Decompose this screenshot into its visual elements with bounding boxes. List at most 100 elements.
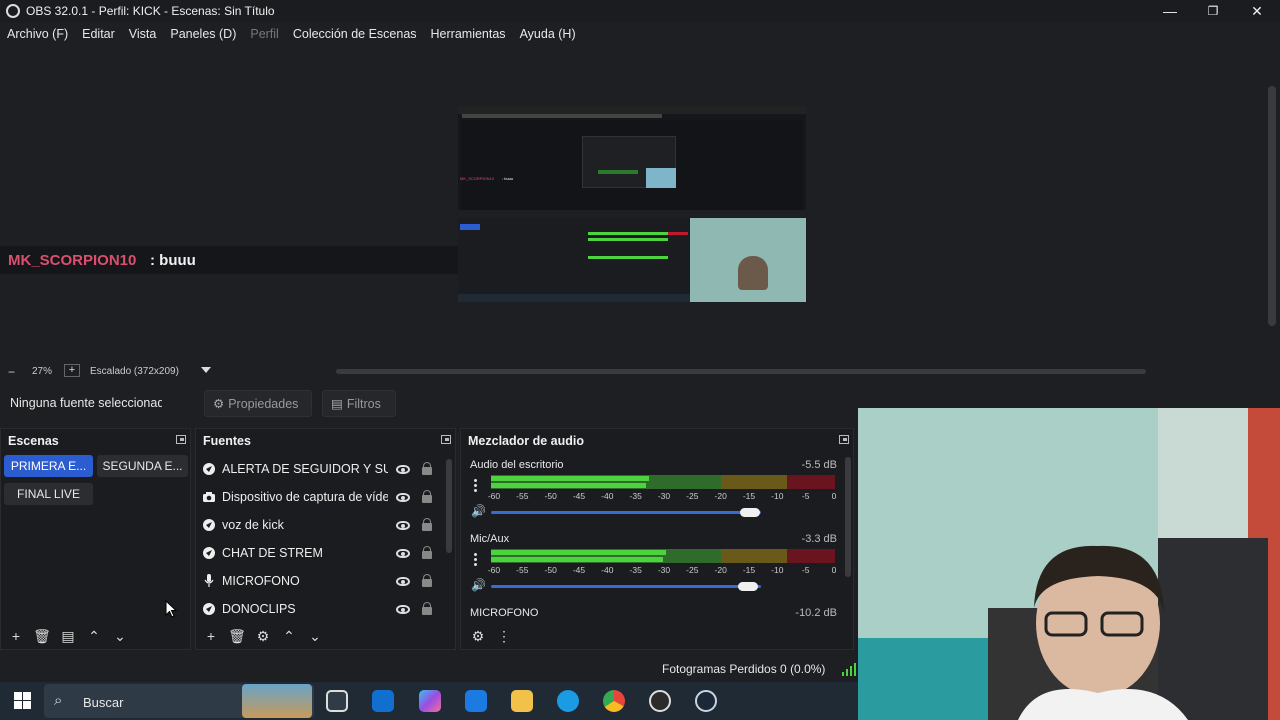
menu-herramientas[interactable]: Herramientas xyxy=(431,27,506,41)
channel-menu-icon[interactable] xyxy=(474,479,478,493)
browser-icon xyxy=(202,462,216,476)
menu-editar[interactable]: Editar xyxy=(82,27,115,41)
meter-level-bar xyxy=(491,550,667,555)
speaker-icon[interactable]: 🔊 xyxy=(471,578,486,592)
chrome-icon[interactable] xyxy=(603,690,625,712)
visibility-eye-icon[interactable] xyxy=(396,465,410,474)
source-label: CHAT DE STREM xyxy=(222,546,323,560)
db-tick-label: -60 xyxy=(487,565,501,575)
zoom-in-button[interactable]: + xyxy=(64,364,80,377)
remove-source-button[interactable]: 🗑 xyxy=(224,628,250,644)
menu-vista[interactable]: Vista xyxy=(129,27,157,41)
volume-slider[interactable] xyxy=(491,508,761,517)
source-item-donoclips[interactable]: DONOCLIPS xyxy=(202,597,442,621)
preview-canvas[interactable]: MK_SCORPION10 : buuu xyxy=(458,106,806,302)
no-source-label: Ninguna fuente seleccionad xyxy=(10,396,162,410)
scene-segunda[interactable]: SEGUNDA E... xyxy=(97,455,188,477)
db-tick-label: -15 xyxy=(742,491,756,501)
mixer-scrollbar[interactable] xyxy=(845,457,851,577)
add-scene-button[interactable]: + xyxy=(3,628,29,644)
scene-final-live[interactable]: FINAL LIVE xyxy=(4,483,93,505)
db-tick-label: -50 xyxy=(544,491,557,501)
db-tick-label: -45 xyxy=(572,491,586,501)
volume-knob[interactable] xyxy=(740,508,761,517)
mixer-undock-icon[interactable] xyxy=(839,435,849,444)
remove-scene-button[interactable]: 🗑 xyxy=(29,628,55,644)
source-item-captura[interactable]: Dispositivo de captura de vídeo xyxy=(202,485,442,509)
move-source-up-button[interactable]: ⌃ xyxy=(276,628,302,644)
scenes-undock-icon[interactable] xyxy=(176,435,186,444)
preview-horizontal-scrollbar[interactable] xyxy=(336,369,1146,374)
move-scene-down-button[interactable]: ⌄ xyxy=(107,628,133,644)
volume-knob[interactable] xyxy=(737,582,758,591)
source-properties-button[interactable]: ⚙ xyxy=(250,628,276,644)
preview-vertical-scrollbar[interactable] xyxy=(1266,46,1280,364)
lock-icon[interactable] xyxy=(422,546,432,559)
menu-paneles[interactable]: Paneles (D) xyxy=(170,27,236,41)
menu-archivo[interactable]: Archivo (F) xyxy=(7,27,68,41)
lock-icon[interactable] xyxy=(422,490,432,503)
outlook-icon[interactable] xyxy=(372,690,394,712)
db-tick-label: -25 xyxy=(686,565,699,575)
meter-zone xyxy=(786,549,835,563)
lock-icon[interactable] xyxy=(422,574,432,587)
menu-perfil[interactable]: Perfil xyxy=(250,27,278,41)
channel-menu-icon[interactable] xyxy=(474,553,478,567)
maximize-button[interactable]: ❐ xyxy=(1191,0,1235,22)
obs-taskbar-icon[interactable] xyxy=(649,690,671,712)
lock-icon[interactable] xyxy=(422,602,432,615)
properties-button[interactable]: ⚙ Propiedades xyxy=(204,390,312,417)
zoom-out-button[interactable]: − xyxy=(8,365,15,379)
source-item-microfono[interactable]: MICROFONO xyxy=(202,569,442,593)
copilot-icon[interactable] xyxy=(419,690,441,712)
db-tick-label: -50 xyxy=(544,565,557,575)
steam-icon[interactable] xyxy=(695,690,717,712)
filters-button[interactable]: ▤ Filtros xyxy=(322,390,396,417)
minimize-button[interactable]: — xyxy=(1148,0,1192,22)
mixer-menu-icon[interactable]: ⋮ xyxy=(491,628,517,644)
visibility-eye-icon[interactable] xyxy=(396,577,410,586)
mini-chat-message: : buuu xyxy=(502,176,514,181)
source-item-alerta[interactable]: ALERTA DE SEGUIDOR Y SUSC xyxy=(202,457,442,481)
sources-undock-icon[interactable] xyxy=(441,435,451,444)
move-source-down-button[interactable]: ⌄ xyxy=(302,628,328,644)
webcam-feed xyxy=(858,408,1280,720)
db-tick-label: -10 xyxy=(771,491,784,501)
task-view-icon[interactable] xyxy=(326,690,348,712)
lock-icon[interactable] xyxy=(422,462,432,475)
source-item-voz[interactable]: voz de kick xyxy=(202,513,442,537)
add-source-button[interactable]: + xyxy=(198,628,224,644)
lock-icon[interactable] xyxy=(422,518,432,531)
move-scene-up-button[interactable]: ⌃ xyxy=(81,628,107,644)
source-label: ALERTA DE SEGUIDOR Y SUSC xyxy=(222,462,388,476)
visibility-eye-icon[interactable] xyxy=(396,521,410,530)
close-button[interactable]: ✕ xyxy=(1235,0,1279,22)
signal-strength-icon xyxy=(842,663,856,676)
zoom-level: 27% xyxy=(32,366,53,377)
mixer-settings-icon[interactable]: ⚙ xyxy=(465,628,491,644)
visibility-eye-icon[interactable] xyxy=(396,549,410,558)
mini-chat-user: MK_SCORPION10 xyxy=(460,176,495,181)
scene-filters-button[interactable]: ▤ xyxy=(55,628,81,644)
scene-primera[interactable]: PRIMERA E... xyxy=(4,455,93,477)
db-tick-label: -25 xyxy=(686,491,699,501)
db-tick-label: -40 xyxy=(601,491,614,501)
visibility-eye-icon[interactable] xyxy=(396,493,410,502)
zoom-dropdown-icon[interactable] xyxy=(201,367,211,373)
window-title: OBS 32.0.1 - Perfil: KICK - Escenas: Sin… xyxy=(26,4,275,18)
edge-icon[interactable] xyxy=(557,690,579,712)
source-item-chat[interactable]: CHAT DE STREM xyxy=(202,541,442,565)
db-tick-label: -10 xyxy=(771,565,784,575)
speaker-icon[interactable]: 🔊 xyxy=(471,504,486,518)
sources-scrollbar[interactable] xyxy=(446,459,452,553)
db-tick-label: -15 xyxy=(742,565,756,575)
store-icon[interactable] xyxy=(465,690,487,712)
chat-username: MK_SCORPION10 xyxy=(8,252,137,269)
windows-start-icon[interactable] xyxy=(14,692,31,709)
visibility-eye-icon[interactable] xyxy=(396,605,410,614)
file-explorer-icon[interactable] xyxy=(511,690,533,712)
volume-slider[interactable] xyxy=(491,582,761,591)
menu-coleccion-escenas[interactable]: Colección de Escenas xyxy=(293,27,417,41)
db-tick-label: -45 xyxy=(572,565,586,575)
menu-ayuda[interactable]: Ayuda (H) xyxy=(520,27,576,41)
